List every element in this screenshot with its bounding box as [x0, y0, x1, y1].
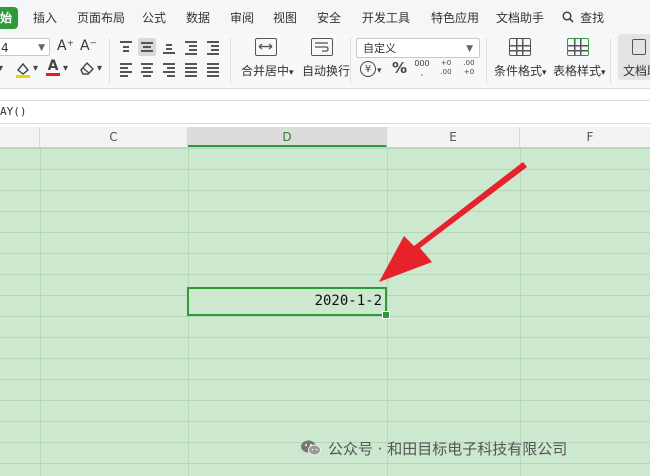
watermark: 公众号 · 和田目标电子科技有限公司 [300, 438, 567, 460]
watermark-text: 公众号 · 和田目标电子科技有限公司 [328, 440, 568, 458]
wechat-icon [301, 440, 321, 456]
red-arrow-icon [379, 162, 527, 282]
